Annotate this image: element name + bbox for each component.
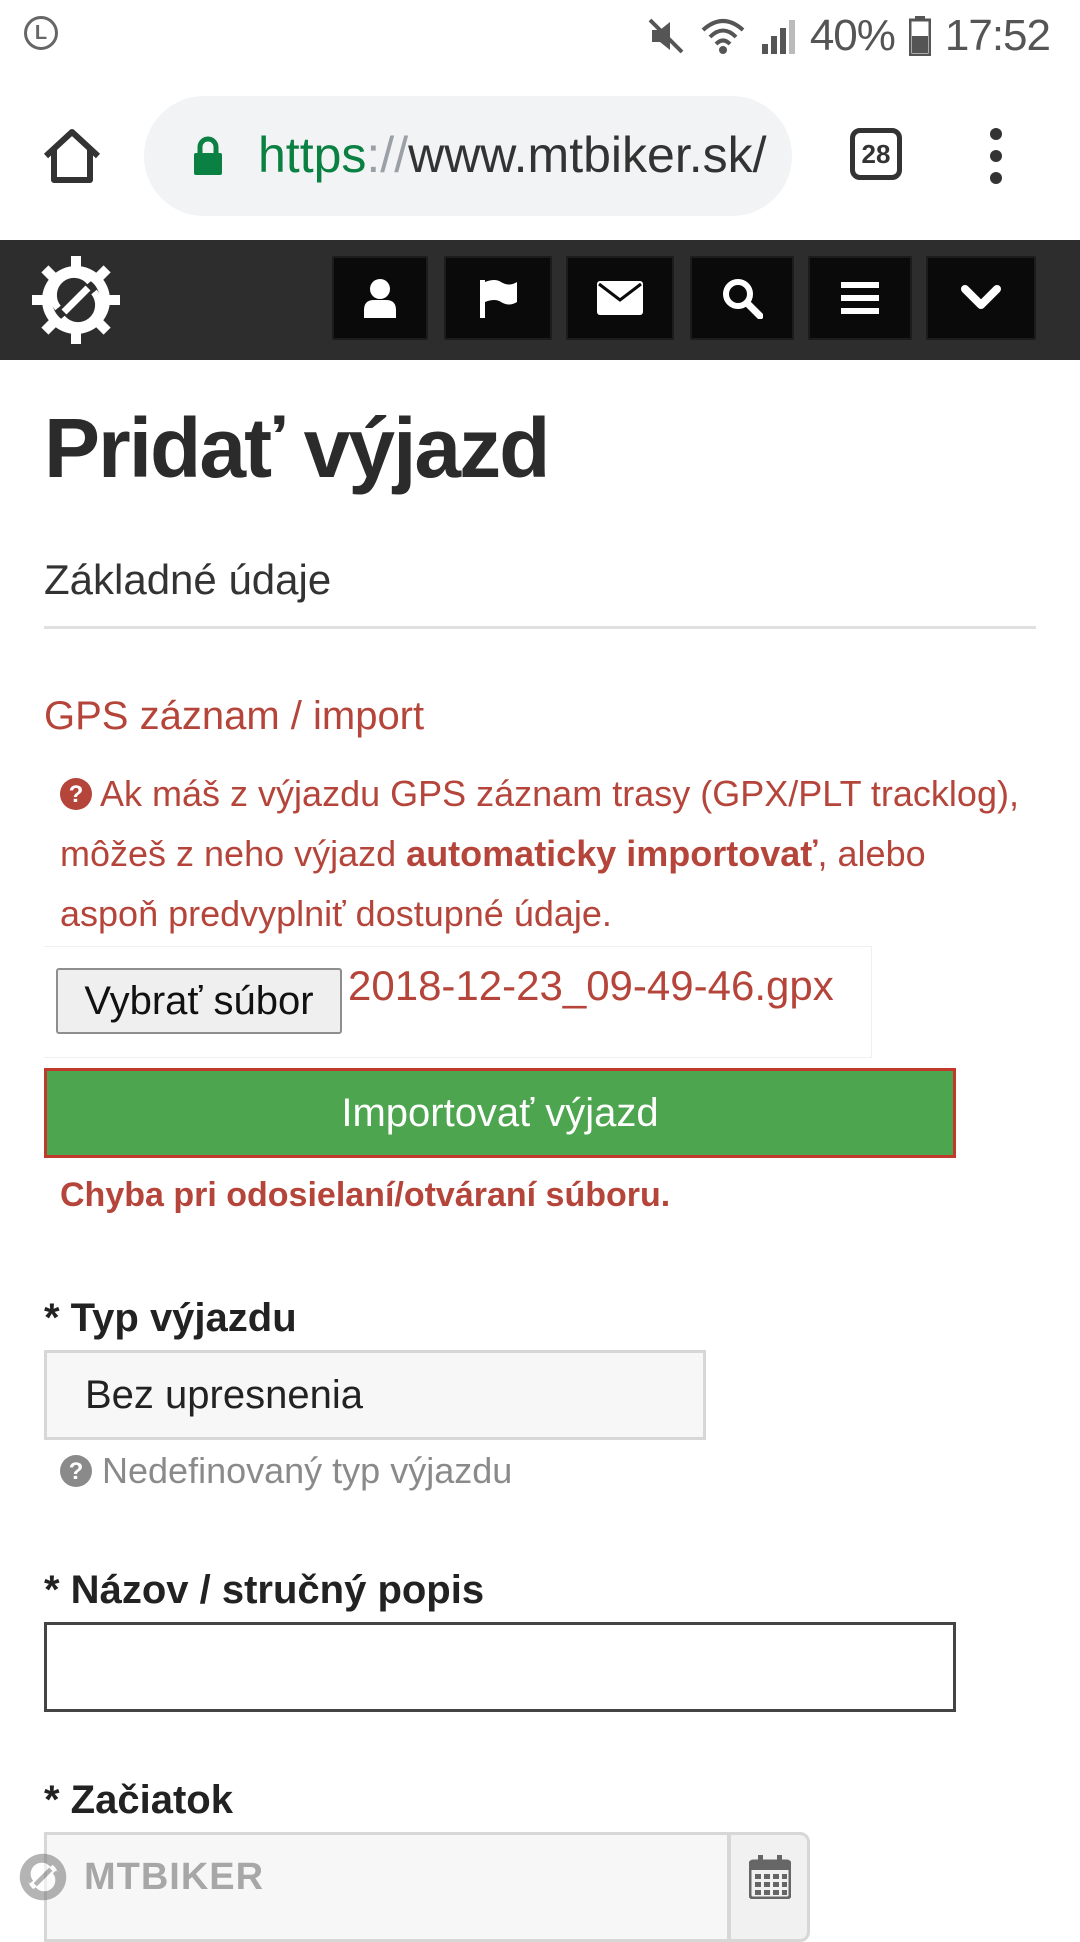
calendar-button[interactable]	[728, 1832, 810, 1942]
gps-help-text: ? Ak máš z výjazdu GPS záznam trasy (GPX…	[60, 764, 1020, 944]
overflow-menu-icon[interactable]	[980, 128, 1012, 184]
choose-file-button[interactable]: Vybrať súbor	[56, 968, 342, 1034]
question-circle-icon: ?	[60, 778, 92, 810]
status-bar: L 40% 17:52	[0, 0, 1080, 72]
calendar-icon	[749, 1855, 791, 1899]
home-icon[interactable]	[40, 124, 104, 188]
ride-name-input[interactable]	[44, 1622, 956, 1712]
battery-icon	[908, 16, 931, 56]
upload-error-message: Chyba pri odosielaní/otváraní súboru.	[60, 1176, 671, 1214]
browser-toolbar: https://www.mtbiker.sk/ 28	[0, 72, 1080, 240]
url-scheme: https	[258, 127, 367, 183]
question-circle-icon: ?	[60, 1455, 92, 1487]
battery-percent: 40%	[809, 11, 896, 60]
search-icon	[723, 279, 763, 319]
hamburger-menu-icon	[841, 282, 879, 314]
url-separator: ://	[366, 127, 409, 183]
nav-flag-button[interactable]	[444, 256, 552, 340]
wifi-icon	[701, 19, 745, 54]
envelope-icon	[597, 281, 643, 315]
nav-user-button[interactable]	[332, 256, 428, 340]
start-label: * Začiatok	[44, 1778, 233, 1822]
watermark-text: MTBIKER	[84, 1855, 265, 1898]
section-heading: Základné údaje	[44, 556, 332, 603]
site-navbar	[0, 240, 1080, 360]
page-title: Pridať výjazd	[44, 401, 550, 495]
tab-switcher-button[interactable]: 28	[850, 128, 902, 180]
chevron-down-icon	[961, 285, 1001, 309]
url-host: www.mtbiker.sk/	[408, 127, 767, 183]
mtbiker-logo-icon	[19, 1853, 67, 1901]
nav-messages-button[interactable]	[566, 256, 674, 340]
ride-type-help: ? Nedefinovaný typ výjazdu	[60, 1450, 512, 1492]
status-indicators: 40% 17:52	[646, 10, 1051, 62]
nav-search-button[interactable]	[690, 256, 794, 340]
nav-menu-button[interactable]	[808, 256, 912, 340]
ride-type-help-text: Nedefinovaný typ výjazdu	[102, 1450, 513, 1491]
selected-file-name: 2018-12-23_09-49-46.gpx	[348, 962, 834, 1009]
ride-type-label: * Typ výjazdu	[44, 1296, 297, 1340]
mtbiker-logo-icon[interactable]	[28, 252, 124, 348]
clock: 17:52	[944, 11, 1051, 60]
lock-icon	[194, 136, 222, 175]
gps-help-bold: automaticky importovať	[406, 833, 818, 874]
import-ride-button[interactable]: Importovať výjazd	[44, 1068, 956, 1158]
launcher-icon: L	[24, 16, 58, 50]
url-text[interactable]: https://www.mtbiker.sk/	[258, 126, 768, 184]
signal-icon	[761, 20, 795, 54]
ride-type-select[interactable]: Bez upresnenia	[44, 1350, 706, 1440]
address-bar[interactable]: https://www.mtbiker.sk/	[144, 96, 792, 216]
user-icon	[364, 279, 396, 318]
section-divider	[44, 626, 1036, 629]
gps-import-heading: GPS záznam / import	[44, 694, 425, 738]
ride-name-label: * Názov / stručný popis	[44, 1568, 485, 1612]
mtbiker-watermark: MTBIKER	[12, 1846, 264, 1908]
flag-icon	[480, 280, 517, 318]
nav-dropdown-button[interactable]	[926, 256, 1036, 340]
mute-icon	[648, 18, 684, 54]
